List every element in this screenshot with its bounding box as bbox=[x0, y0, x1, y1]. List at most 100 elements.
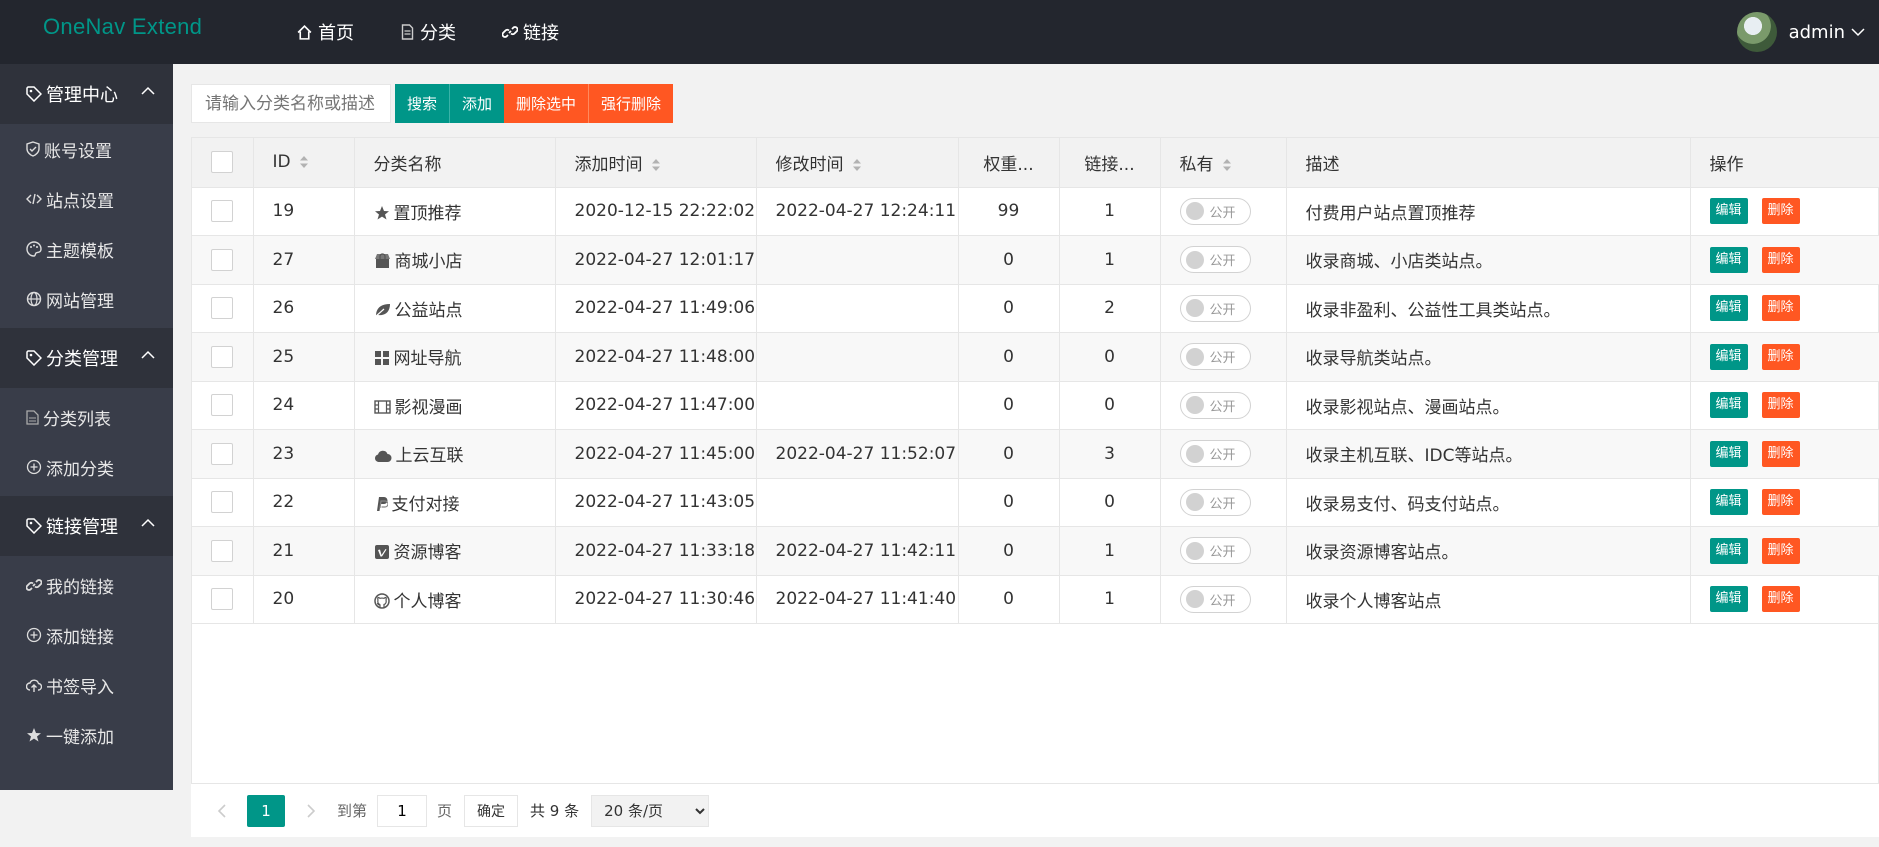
total-count: 共 9 条 bbox=[530, 802, 580, 820]
delete-selected-button[interactable]: 删除选中 bbox=[504, 84, 590, 123]
toggle-knob bbox=[1185, 299, 1204, 317]
star-icon bbox=[374, 205, 389, 220]
private-toggle[interactable]: 公开 bbox=[1179, 246, 1251, 273]
sort-icon[interactable] bbox=[299, 155, 309, 169]
sort-icon[interactable] bbox=[1222, 158, 1232, 172]
delete-button[interactable]: 删除 bbox=[1761, 198, 1800, 225]
sidebar-item-quick-add[interactable]: 一键添加 bbox=[0, 710, 173, 760]
table-row: 23 上云互联 2022-04-27 11:45:00 2022-04-27 1… bbox=[192, 429, 1879, 479]
col-desc: 描述 bbox=[1286, 138, 1691, 188]
row-select-cell bbox=[192, 235, 254, 285]
delete-button[interactable]: 删除 bbox=[1761, 295, 1800, 322]
sidebar-item-category-list[interactable]: 分类列表 bbox=[0, 392, 173, 442]
sidebar-item-site[interactable]: 站点设置 bbox=[0, 174, 173, 224]
confirm-jump-button[interactable]: 确定 bbox=[464, 794, 519, 827]
cell-links: 1 bbox=[1059, 526, 1161, 576]
delete-button[interactable]: 删除 bbox=[1761, 489, 1800, 516]
edit-button[interactable]: 编辑 bbox=[1709, 246, 1748, 273]
cell-ops: 编辑 删除 bbox=[1690, 187, 1879, 236]
delete-button[interactable]: 删除 bbox=[1761, 246, 1800, 273]
category-name: 个人博客 bbox=[393, 591, 462, 612]
search-input[interactable] bbox=[191, 84, 391, 123]
top-nav-links[interactable]: 链接 bbox=[502, 0, 559, 64]
sidebar-item-my-links[interactable]: 我的链接 bbox=[0, 560, 173, 610]
cell-name: 商城小店 bbox=[354, 235, 556, 285]
sidebar-item-add-link[interactable]: 添加链接 bbox=[0, 610, 173, 660]
private-toggle[interactable]: 公开 bbox=[1179, 197, 1251, 225]
search-button[interactable]: 搜索 bbox=[395, 84, 451, 123]
toggle-label: 公开 bbox=[1209, 254, 1236, 269]
add-button[interactable]: 添加 bbox=[450, 84, 505, 123]
sidebar-group-head-admin[interactable]: 管理中心 bbox=[0, 64, 173, 124]
top-nav-home[interactable]: 首页 bbox=[296, 0, 354, 64]
private-toggle[interactable]: 公开 bbox=[1179, 294, 1251, 322]
col-private[interactable]: 私有 bbox=[1160, 138, 1287, 188]
col-mod-time[interactable]: 修改时间 bbox=[756, 138, 959, 188]
next-page-button[interactable] bbox=[299, 803, 323, 818]
private-toggle[interactable]: 公开 bbox=[1179, 537, 1251, 564]
edit-button[interactable]: 编辑 bbox=[1709, 440, 1748, 467]
edit-button[interactable]: 编辑 bbox=[1709, 586, 1748, 613]
row-checkbox[interactable] bbox=[211, 442, 234, 465]
sidebar-item-add-category[interactable]: 添加分类 bbox=[0, 442, 173, 492]
cell-mod-time bbox=[756, 332, 959, 382]
edit-button[interactable]: 编辑 bbox=[1709, 392, 1748, 419]
private-toggle[interactable]: 公开 bbox=[1179, 343, 1251, 370]
cell-desc: 收录个人博客站点 bbox=[1286, 575, 1691, 624]
select-all-checkbox[interactable] bbox=[211, 151, 234, 174]
toggle-knob bbox=[1185, 202, 1204, 220]
cell-weight: 99 bbox=[958, 187, 1060, 236]
row-checkbox[interactable] bbox=[211, 248, 234, 271]
col-id[interactable]: ID bbox=[253, 138, 355, 188]
edit-button[interactable]: 编辑 bbox=[1709, 489, 1748, 516]
row-checkbox[interactable] bbox=[211, 297, 234, 320]
cell-ops: 编辑 删除 bbox=[1690, 526, 1879, 576]
top-nav-categories[interactable]: 分类 bbox=[400, 0, 456, 64]
sort-icon[interactable] bbox=[651, 158, 661, 172]
delete-button[interactable]: 删除 bbox=[1761, 343, 1800, 370]
prev-page-button[interactable] bbox=[209, 803, 233, 818]
force-delete-button[interactable]: 强行删除 bbox=[589, 84, 674, 123]
private-toggle[interactable]: 公开 bbox=[1179, 391, 1251, 419]
edit-button[interactable]: 编辑 bbox=[1709, 537, 1748, 564]
page-number-current[interactable]: 1 bbox=[247, 794, 285, 827]
page-jump-input[interactable] bbox=[377, 794, 428, 827]
private-toggle[interactable]: 公开 bbox=[1179, 585, 1251, 613]
private-toggle[interactable]: 公开 bbox=[1179, 488, 1251, 516]
sidebar-group-links: 链接管理 我的链接 添加链接 书签导入 一键添加 bbox=[0, 496, 173, 760]
sidebar-item-import-bookmarks[interactable]: 书签导入 bbox=[0, 660, 173, 710]
edit-button[interactable]: 编辑 bbox=[1709, 343, 1748, 370]
col-label: 修改时间 bbox=[775, 154, 844, 175]
page-size-select[interactable]: 20 条/页 bbox=[591, 794, 710, 827]
sort-icon[interactable] bbox=[852, 158, 862, 172]
delete-button[interactable]: 删除 bbox=[1761, 440, 1800, 467]
edit-button[interactable]: 编辑 bbox=[1709, 198, 1748, 225]
user-menu[interactable]: admin bbox=[1736, 0, 1865, 64]
sidebar-item-account[interactable]: 账号设置 bbox=[0, 124, 173, 174]
sidebar-item-web[interactable]: 网站管理 bbox=[0, 274, 173, 324]
row-checkbox[interactable] bbox=[211, 200, 234, 223]
cell-weight: 0 bbox=[958, 429, 1060, 479]
sidebar-item-label: 分类列表 bbox=[43, 409, 111, 430]
cell-add-time: 2022-04-27 11:45:00 bbox=[555, 429, 757, 479]
sidebar-group-head-links[interactable]: 链接管理 bbox=[0, 496, 173, 556]
row-checkbox[interactable] bbox=[211, 539, 234, 562]
row-checkbox[interactable] bbox=[211, 394, 234, 417]
code-icon bbox=[26, 193, 42, 205]
row-checkbox[interactable] bbox=[211, 491, 234, 514]
private-toggle[interactable]: 公开 bbox=[1179, 440, 1251, 467]
sidebar-group-head-category[interactable]: 分类管理 bbox=[0, 328, 173, 388]
edit-button[interactable]: 编辑 bbox=[1709, 295, 1748, 322]
row-checkbox[interactable] bbox=[211, 588, 234, 611]
delete-button[interactable]: 删除 bbox=[1761, 537, 1800, 564]
delete-button[interactable]: 删除 bbox=[1761, 392, 1800, 419]
col-add-time[interactable]: 添加时间 bbox=[555, 138, 757, 188]
delete-button[interactable]: 删除 bbox=[1761, 586, 1800, 613]
row-checkbox[interactable] bbox=[211, 345, 234, 368]
col-label: 权重... bbox=[983, 154, 1034, 175]
sidebar-item-theme[interactable]: 主题模板 bbox=[0, 224, 173, 274]
app-logo[interactable]: OneNav Extend bbox=[43, 14, 202, 40]
top-nav: 首页 分类 链接 bbox=[296, 0, 605, 64]
cell-ops: 编辑 删除 bbox=[1690, 235, 1879, 285]
row-select-cell bbox=[192, 381, 254, 430]
